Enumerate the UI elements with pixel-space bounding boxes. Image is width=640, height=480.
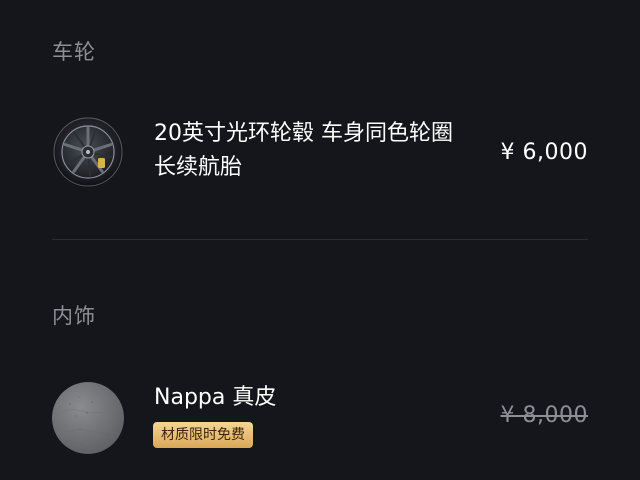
wheel-option-name: 20英寸光环轮毂 车身同色轮圈 长续航胎 <box>154 121 453 180</box>
interior-option-name: Nappa 真皮 <box>154 385 277 410</box>
wheel-option[interactable]: 20英寸光环轮毂 车身同色轮圈 长续航胎 ¥ 6,000 <box>0 110 640 210</box>
section-title-interior: 内饰 <box>52 304 96 328</box>
wheel-option-price: ¥ 6,000 <box>500 140 588 165</box>
section-title-wheels: 车轮 <box>52 40 96 64</box>
section-divider <box>52 239 588 240</box>
interior-option[interactable]: Nappa 真皮 材质限时免费 ¥ 8,000 <box>0 375 640 480</box>
promo-badge: 材质限时免费 <box>153 422 253 448</box>
leather-swatch-icon <box>52 382 124 454</box>
wheel-rim-icon <box>52 116 124 188</box>
interior-original-price: ¥ 8,000 <box>500 403 588 428</box>
